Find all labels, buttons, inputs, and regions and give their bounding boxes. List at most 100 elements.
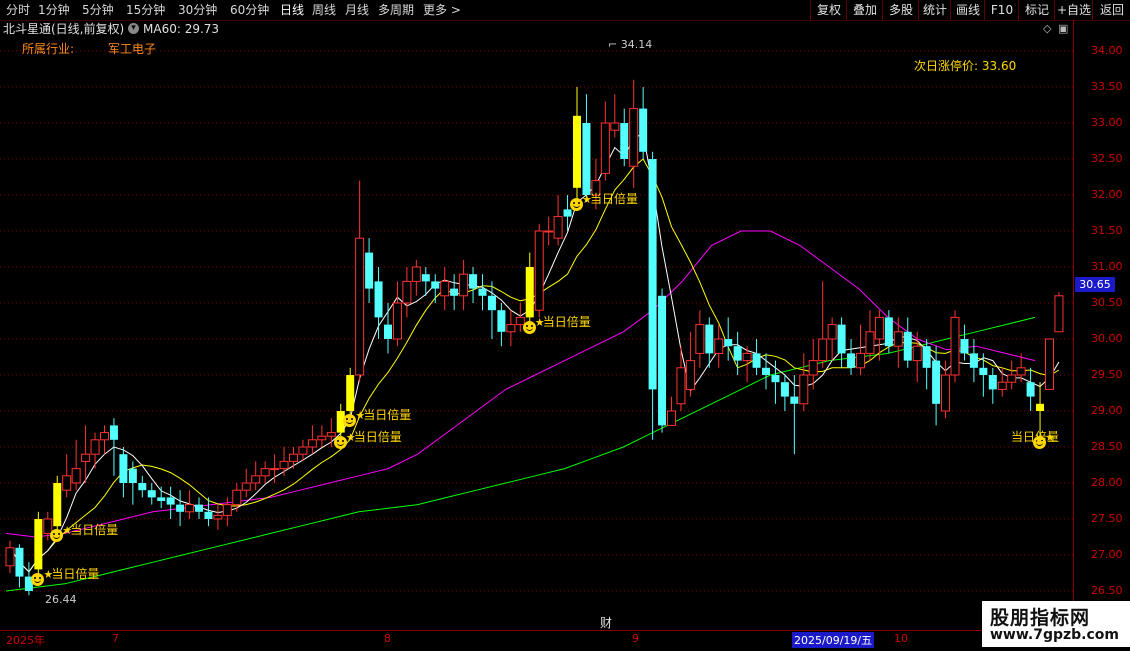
- period-toolbar: 分时 1分钟 5分钟 15分钟 30分钟 60分钟 日线 周线 月线 多周期 更…: [0, 0, 1130, 21]
- candle-body: [950, 316, 960, 376]
- candle-body: [997, 381, 1007, 390]
- candle-body: [506, 324, 516, 333]
- candle-body: [1036, 403, 1045, 411]
- tab-multi-period[interactable]: 多周期: [378, 1, 414, 19]
- price-tick-label: 31.00: [1091, 260, 1123, 273]
- tab-intraday[interactable]: 分时: [6, 1, 30, 19]
- candle-body: [874, 316, 884, 340]
- candle-body: [818, 338, 828, 362]
- date-axis: [0, 630, 1130, 651]
- tab-5min[interactable]: 5分钟: [82, 1, 114, 19]
- candle-body: [469, 274, 478, 289]
- tab-monthly[interactable]: 月线: [345, 1, 369, 19]
- candle-body: [260, 468, 270, 477]
- settings-square-icon[interactable]: ▣: [1058, 22, 1068, 35]
- candle-body: [166, 497, 175, 505]
- candle-body: [213, 514, 223, 520]
- signal-label: 当日倍量: [70, 523, 119, 538]
- candle-body: [534, 230, 544, 311]
- candle-body: [714, 338, 724, 354]
- draw-button[interactable]: 画线: [950, 0, 985, 20]
- candle-body: [648, 159, 657, 390]
- candle-body: [392, 302, 402, 340]
- candles: [5, 79, 1064, 596]
- candle-body: [1007, 374, 1017, 383]
- candle-body: [752, 353, 761, 368]
- stats-button[interactable]: 统计: [918, 0, 951, 20]
- candle-body: [808, 360, 818, 376]
- candle-body: [15, 547, 24, 577]
- back-button[interactable]: 返回: [1092, 0, 1130, 20]
- candle-body: [667, 410, 676, 426]
- ma60-line: [5, 316, 1036, 592]
- f10-button[interactable]: F10: [984, 0, 1019, 20]
- candle-body: [827, 324, 837, 340]
- candle-body: [450, 288, 459, 296]
- candle-body: [1026, 382, 1035, 397]
- candle-body: [326, 432, 336, 437]
- tab-more[interactable]: 更多 >: [423, 1, 461, 19]
- candle-body: [705, 324, 714, 354]
- finance-marker[interactable]: 财: [600, 614, 612, 631]
- candle-body: [742, 352, 752, 362]
- candle-body: [157, 497, 166, 501]
- date-axis-month-7: 7: [112, 632, 119, 645]
- candle-body: [317, 435, 327, 441]
- diamond-icon[interactable]: ◇: [1043, 22, 1051, 35]
- tab-60min[interactable]: 60分钟: [230, 1, 269, 19]
- price-tick-label: 34.00: [1091, 44, 1123, 57]
- candle-body: [100, 432, 109, 441]
- overlay-button[interactable]: 叠加: [846, 0, 883, 20]
- candle-body: [289, 453, 298, 462]
- candle-body: [232, 489, 242, 506]
- price-tick-label: 32.00: [1091, 188, 1123, 201]
- tab-weekly[interactable]: 周线: [312, 1, 336, 19]
- candle-body: [384, 324, 392, 339]
- price-tick-label: 33.00: [1091, 116, 1123, 129]
- candle-body: [204, 511, 213, 519]
- candle-body: [658, 295, 667, 426]
- candle-body: [241, 482, 251, 491]
- adjust-button[interactable]: 复权: [810, 0, 847, 20]
- watermark-title: 股朋指标网: [990, 607, 1091, 629]
- candle-body: [147, 490, 156, 498]
- date-axis-month-8: 8: [384, 632, 391, 645]
- candle-body: [941, 374, 951, 412]
- candle-body: [685, 360, 695, 390]
- price-axis: [1073, 20, 1130, 630]
- ma-lines: [5, 132, 1060, 592]
- signal-label: 当日倍量: [363, 408, 412, 423]
- candle-body: [695, 324, 705, 354]
- mark-button[interactable]: 标记: [1018, 0, 1055, 20]
- candle-body: [1016, 367, 1026, 376]
- signal-label: 当日倍量: [590, 192, 639, 207]
- candle-body: [969, 353, 978, 368]
- candle-body: [365, 252, 374, 289]
- tab-30min[interactable]: 30分钟: [178, 1, 217, 19]
- chevron-down-icon[interactable]: ▾: [128, 23, 139, 34]
- tab-1min[interactable]: 1分钟: [38, 1, 70, 19]
- candle-body: [1045, 338, 1054, 390]
- watermark-logo: 股朋指标网 www.7gpzb.com: [982, 601, 1130, 647]
- candle-body: [478, 288, 487, 296]
- candle-body: [525, 267, 534, 318]
- candle-body: [185, 504, 195, 513]
- add-watchlist-button[interactable]: +自选: [1054, 0, 1093, 20]
- candle-body: [903, 331, 912, 361]
- multi-stock-button[interactable]: 多股: [882, 0, 919, 20]
- candle-body: [402, 280, 412, 304]
- candle-body: [620, 123, 629, 159]
- signal-label: 当日倍量: [1011, 429, 1060, 444]
- price-tick-label: 30.50: [1091, 296, 1123, 309]
- candle-body: [733, 346, 742, 361]
- price-tick-label: 29.50: [1091, 368, 1123, 381]
- tab-15min[interactable]: 15分钟: [126, 1, 165, 19]
- candle-body: [553, 216, 563, 239]
- candle-body: [459, 273, 469, 297]
- candlestick-chart[interactable]: [0, 38, 1073, 630]
- candle-body: [884, 317, 893, 347]
- candle-body: [837, 324, 846, 354]
- cursor-date-label: 2025/09/19/五: [792, 632, 875, 648]
- tab-daily[interactable]: 日线: [280, 1, 304, 19]
- price-tick-label: 32.50: [1091, 152, 1123, 165]
